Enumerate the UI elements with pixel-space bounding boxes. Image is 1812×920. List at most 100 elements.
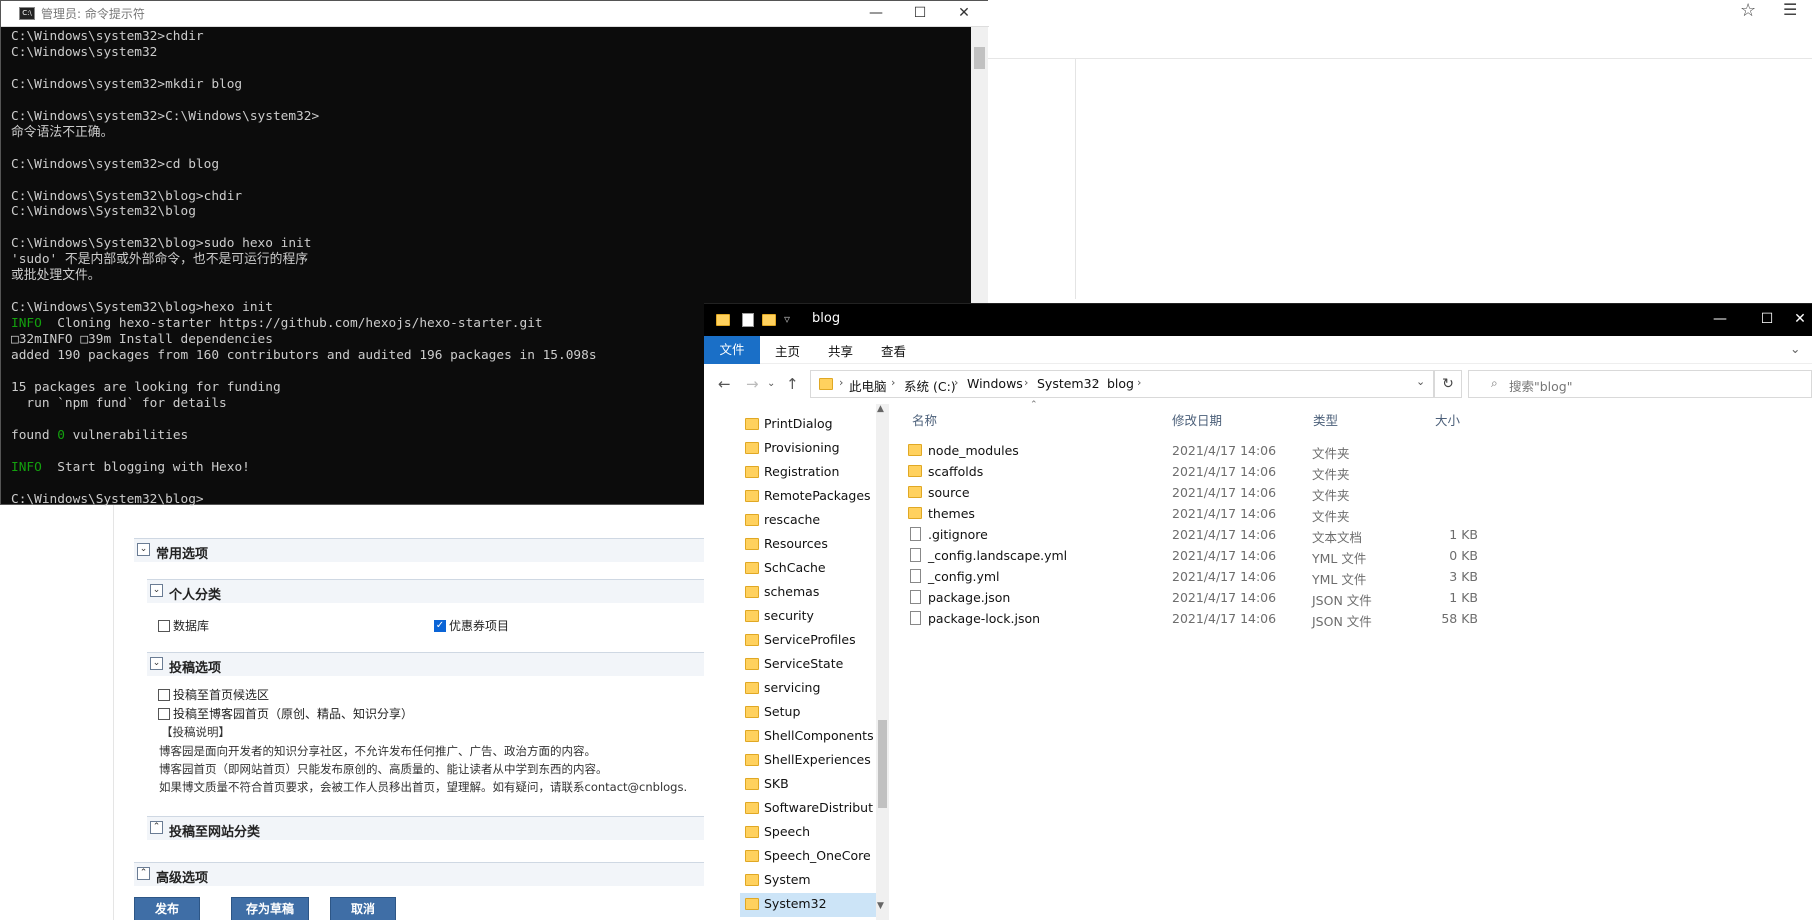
expand-icon[interactable]: ⌃ <box>150 821 163 834</box>
collapse-icon[interactable]: ⌄ <box>137 543 150 556</box>
nav-item[interactable]: rescache <box>740 509 880 533</box>
nav-scrollbar[interactable] <box>876 404 889 920</box>
address-dropdown-icon[interactable]: ⌄ <box>1416 375 1425 388</box>
save-draft-button[interactable]: 存为草稿 <box>231 897 309 920</box>
nav-item[interactable]: PrintDialog <box>740 413 880 437</box>
file-row[interactable]: themes 2021/4/17 14:06 文件夹 <box>898 504 1478 525</box>
nav-item[interactable]: ShellComponents <box>740 725 880 749</box>
nav-item[interactable]: Speech <box>740 821 880 845</box>
nav-item[interactable]: SoftwareDistribut <box>740 797 880 821</box>
checkbox-coupon[interactable]: ✓ 优惠券项目 <box>434 617 509 634</box>
cmd-titlebar[interactable]: C:\ 管理员: 命令提示符 — ☐ ✕ <box>1 1 989 27</box>
chevron-right-icon[interactable]: › <box>1137 376 1141 389</box>
scroll-down-icon[interactable]: ▼ <box>877 901 884 911</box>
file-row[interactable]: node_modules 2021/4/17 14:06 文件夹 <box>898 441 1478 462</box>
menu-icon[interactable]: ☰ <box>1783 0 1797 19</box>
checkbox-icon[interactable] <box>158 707 170 720</box>
minimize-button[interactable]: — <box>853 1 899 27</box>
nav-item[interactable]: ServiceProfiles <box>740 629 880 653</box>
nav-item[interactable]: System32 <box>740 893 878 917</box>
cmd-scrollbar-thumb[interactable] <box>974 47 985 69</box>
chevron-right-icon[interactable]: › <box>839 376 843 389</box>
back-arrow-icon[interactable]: ← <box>718 375 731 393</box>
publish-button[interactable]: 发布 <box>134 897 200 920</box>
nav-item[interactable]: SKB <box>740 773 880 797</box>
checkbox-icon[interactable] <box>158 688 170 701</box>
scroll-up-icon[interactable]: ▲ <box>877 404 884 414</box>
file-row[interactable]: _config.landscape.yml 2021/4/17 14:06 YML … <box>898 546 1478 567</box>
nav-item[interactable]: Speech_OneCore <box>740 845 880 869</box>
section-common[interactable]: ⌄ 常用选项 <box>134 538 719 562</box>
expand-icon[interactable]: ⌃ <box>137 867 150 880</box>
file-row[interactable]: package-lock.json 2021/4/17 14:06 JSON 文件 5… <box>898 609 1478 630</box>
file-row[interactable]: scaffolds 2021/4/17 14:06 文件夹 <box>898 462 1478 483</box>
file-row[interactable]: .gitignore 2021/4/17 14:06 文本文档 1 KB <box>898 525 1478 546</box>
nav-item[interactable]: ShellExperiences <box>740 749 880 773</box>
nav-item[interactable]: Setup <box>740 701 880 725</box>
checkbox-database[interactable]: 数据库 <box>158 617 209 634</box>
checkbox-home-candidate[interactable]: 投稿至首页候选区 <box>158 686 269 703</box>
nav-item[interactable]: security <box>740 605 880 629</box>
column-size[interactable]: 大小 <box>1435 410 1460 429</box>
breadcrumb-blog[interactable]: blog <box>1107 376 1134 391</box>
properties-icon[interactable] <box>742 313 754 327</box>
address-bar[interactable]: › 此电脑 › 系统 (C:) › Windows › System32 › b… <box>810 370 1434 398</box>
star-icon[interactable]: ☆ <box>1740 0 1756 21</box>
collapse-icon[interactable]: ⌄ <box>150 657 163 670</box>
forward-arrow-icon[interactable]: → <box>746 375 759 393</box>
chevron-right-icon[interactable]: › <box>954 376 958 389</box>
nav-item[interactable]: schemas <box>740 581 880 605</box>
nav-item[interactable]: System <box>740 869 880 893</box>
nav-item-label: System <box>764 872 811 887</box>
console-output[interactable]: C:\Windows\system32>chdir C:\Windows\sys… <box>11 29 597 508</box>
checkbox-icon[interactable] <box>158 619 170 632</box>
breadcrumb-system-c[interactable]: 系统 (C:) <box>904 376 956 395</box>
section-advanced[interactable]: ⌃ 高级选项 <box>134 862 719 886</box>
maximize-button[interactable]: ☐ <box>1744 307 1790 333</box>
file-row[interactable]: package.json 2021/4/17 14:06 JSON 文件 1 KB <box>898 588 1478 609</box>
section-site-category[interactable]: ⌃ 投稿至网站分类 <box>147 816 719 840</box>
up-arrow-icon[interactable]: ↑ <box>786 375 799 393</box>
column-date[interactable]: 修改日期 <box>1172 410 1222 429</box>
nav-item[interactable]: Resources <box>740 533 880 557</box>
section-personal[interactable]: ⌄ 个人分类 <box>147 579 719 603</box>
nav-item[interactable]: ServiceState <box>740 653 880 677</box>
tab-file[interactable]: 文件 <box>704 336 760 364</box>
breadcrumb-windows[interactable]: Windows <box>967 376 1023 391</box>
file-row[interactable]: source 2021/4/17 14:06 文件夹 <box>898 483 1478 504</box>
nav-item[interactable]: SchCache <box>740 557 880 581</box>
column-name[interactable]: 名称 <box>912 410 937 429</box>
nav-item[interactable]: Provisioning <box>740 437 880 461</box>
minimize-button[interactable]: — <box>1697 307 1743 333</box>
file-row[interactable]: _config.yml 2021/4/17 14:06 YML 文件 3 KB <box>898 567 1478 588</box>
recent-dropdown-icon[interactable]: ⌄ <box>767 378 775 389</box>
ribbon-expand-icon[interactable]: ⌄ <box>1790 341 1800 356</box>
chevron-right-icon[interactable]: › <box>891 376 895 389</box>
cancel-button[interactable]: 取消 <box>330 897 396 920</box>
quick-access-dropdown-icon[interactable]: ▿ <box>784 312 790 326</box>
checkbox-checked-icon[interactable]: ✓ <box>434 619 446 632</box>
section-submit[interactable]: ⌄ 投稿选项 <box>147 652 719 676</box>
collapse-icon[interactable]: ⌄ <box>150 584 163 597</box>
close-button[interactable]: ✕ <box>1788 307 1812 333</box>
nav-item[interactable]: Registration <box>740 461 880 485</box>
nav-scrollbar-thumb[interactable] <box>878 720 887 808</box>
chevron-right-icon[interactable]: › <box>1024 376 1028 389</box>
tab-view[interactable]: 查看 <box>881 341 906 360</box>
breadcrumb-this-pc[interactable]: 此电脑 <box>849 376 887 395</box>
breadcrumb-system32[interactable]: System32 <box>1037 376 1100 391</box>
checkbox-blog-home[interactable]: 投稿至博客园首页（原创、精品、知识分享） <box>158 705 413 722</box>
nav-item[interactable]: servicing <box>740 677 880 701</box>
tab-share[interactable]: 共享 <box>828 341 853 360</box>
chevron-right-icon[interactable]: › <box>1094 376 1098 389</box>
refresh-icon[interactable]: ↻ <box>1434 370 1462 398</box>
file-icon <box>910 548 921 562</box>
maximize-button[interactable]: ☐ <box>897 1 943 27</box>
tab-home[interactable]: 主页 <box>775 341 800 360</box>
search-box[interactable]: ⌕ 搜索"blog" <box>1468 370 1812 398</box>
column-type[interactable]: 类型 <box>1313 410 1338 429</box>
new-folder-icon[interactable] <box>762 314 776 326</box>
explorer-titlebar[interactable]: ▿ blog — ☐ ✕ <box>704 304 1812 336</box>
close-button[interactable]: ✕ <box>941 1 987 27</box>
nav-item[interactable]: RemotePackages <box>740 485 880 509</box>
